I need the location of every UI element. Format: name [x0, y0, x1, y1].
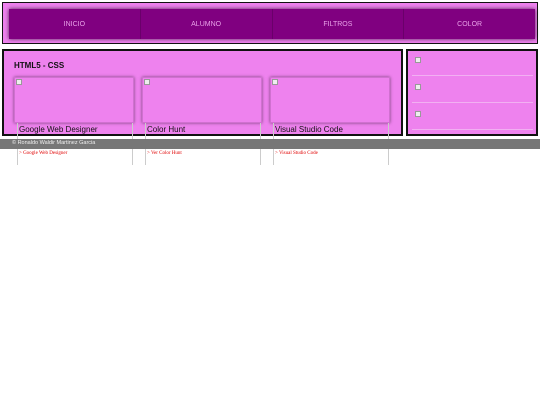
card-visual-studio-code: Visual Studio Code Code editing. Redefin… — [270, 77, 390, 165]
card-title: Google Web Designer — [19, 125, 98, 134]
broken-image-icon — [415, 111, 421, 117]
card-link[interactable]: > Google Web Designer — [19, 151, 67, 156]
section-title: HTML5 - CSS — [14, 61, 65, 70]
broken-image-icon — [415, 84, 421, 90]
broken-image-icon — [144, 79, 150, 85]
sidebar — [406, 49, 538, 136]
card-color-hunt: Color Hunt Color Palettes for Designers … — [142, 77, 262, 165]
sidebar-image-item — [412, 54, 533, 76]
card-link[interactable]: > Ver Color Hunt — [147, 151, 182, 156]
header: INICIO ALUMNO FILTROS COLOR — [2, 2, 538, 44]
broken-image-icon — [16, 79, 22, 85]
page: INICIO ALUMNO FILTROS COLOR HTML5 - CSS … — [0, 0, 540, 405]
nav-item-color[interactable]: COLOR — [404, 9, 535, 39]
card-image — [142, 77, 262, 123]
broken-image-icon — [415, 57, 421, 63]
broken-image-icon — [272, 79, 278, 85]
nav-item-inicio[interactable]: INICIO — [9, 9, 141, 39]
nav-item-alumno[interactable]: ALUMNO — [141, 9, 273, 39]
card-link[interactable]: > Visual Studio Code — [275, 151, 318, 156]
main-nav: INICIO ALUMNO FILTROS COLOR — [9, 9, 535, 39]
card-title: Visual Studio Code — [275, 125, 343, 134]
sidebar-image-item — [412, 81, 533, 103]
main-section: HTML5 - CSS Google Web Designer > Google… — [2, 49, 403, 165]
card-image — [14, 77, 134, 123]
sidebar-image-item — [412, 108, 533, 130]
footer: © Ronaldo Waldir Martinez Garcia — [0, 139, 540, 149]
card-image — [270, 77, 390, 123]
nav-item-filtros[interactable]: FILTROS — [273, 9, 405, 39]
card-google-web-designer: Google Web Designer > Google Web Designe… — [14, 77, 134, 165]
card-title: Color Hunt — [147, 125, 186, 134]
footer-copyright: © Ronaldo Waldir Martinez Garcia — [12, 140, 96, 146]
